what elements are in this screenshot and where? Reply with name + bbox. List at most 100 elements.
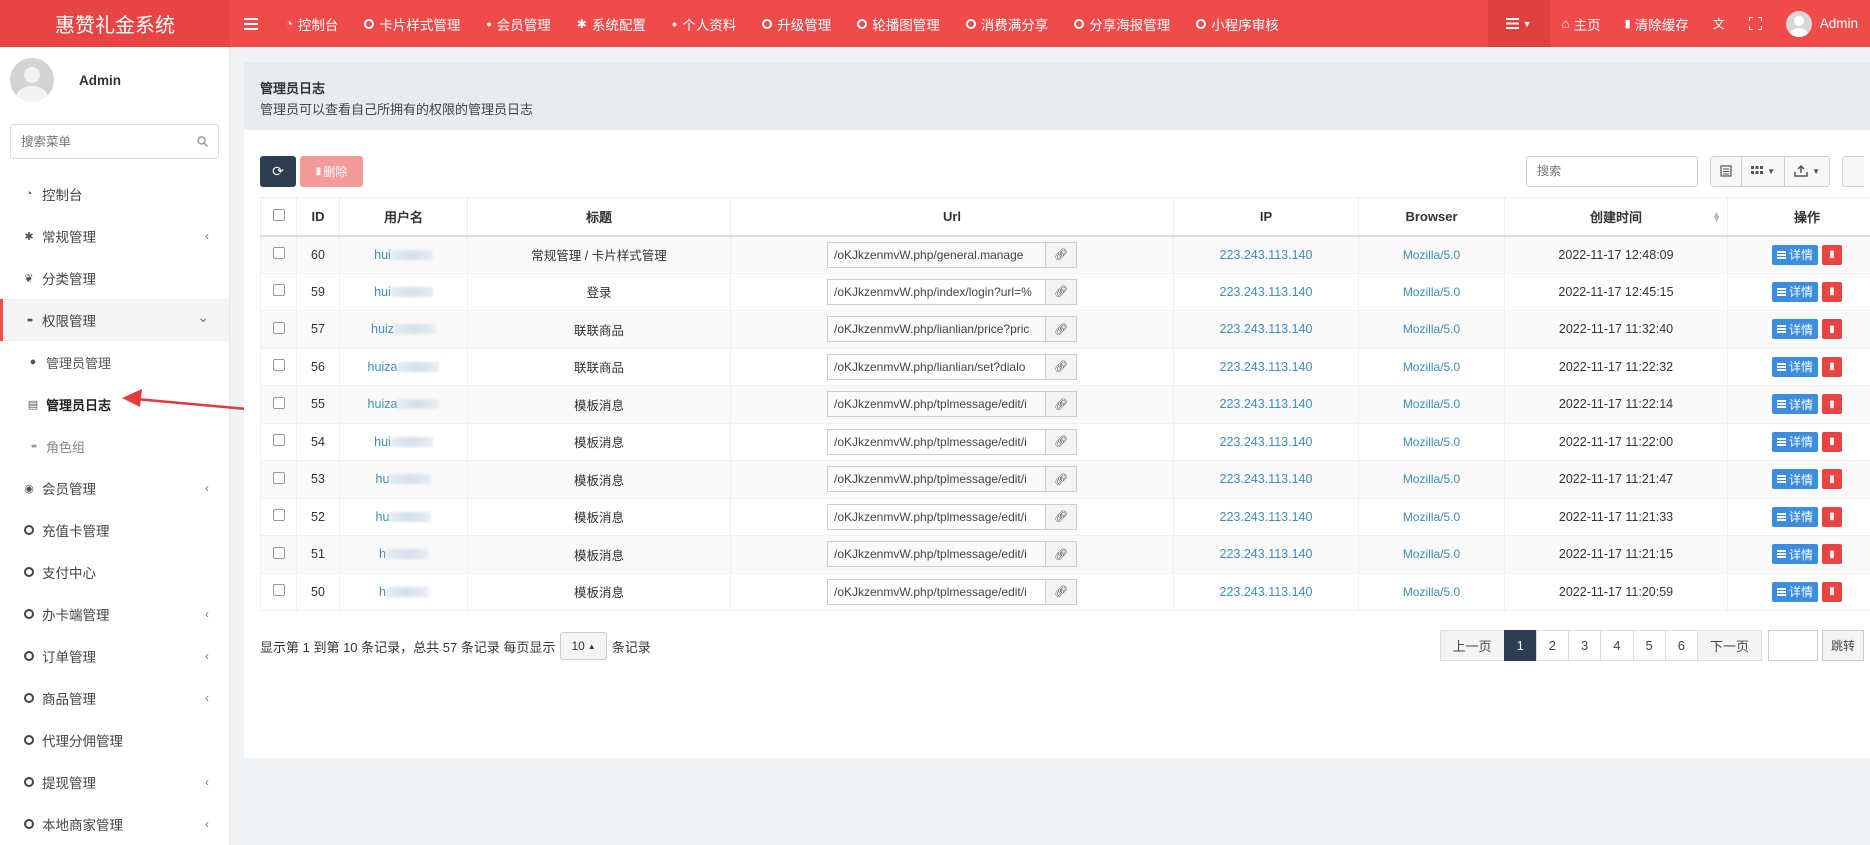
ip-link[interactable]: 223.243.113.140 <box>1220 322 1313 336</box>
sidebar-item-10[interactable]: 办卡端管理 ‹ <box>0 593 229 635</box>
open-url-button[interactable]: 🔗︎ <box>1045 353 1077 380</box>
delete-button[interactable]: ▮ 删除 <box>300 155 363 187</box>
column-header-url[interactable]: Url <box>730 197 1174 237</box>
topnav-item-0[interactable]: ◔ 控制台 <box>272 0 351 47</box>
ip-link[interactable]: 223.243.113.140 <box>1220 248 1313 262</box>
ip-link[interactable]: 223.243.113.140 <box>1220 585 1313 599</box>
detail-button[interactable]: 详情 <box>1771 281 1818 302</box>
topnav-item-2[interactable]: ● 会员管理 <box>473 0 563 47</box>
page-button-2[interactable]: 2 <box>1535 630 1570 661</box>
url-field[interactable]: /oKJkzenmvW.php/tplmessage/edit/i <box>827 466 1045 493</box>
open-url-button[interactable]: 🔗︎ <box>1045 578 1077 605</box>
fullscreen-icon[interactable] <box>1737 0 1774 47</box>
row-checkbox[interactable] <box>272 321 285 334</box>
url-field[interactable]: /oKJkzenmvW.php/lianlian/price?pric <box>827 316 1045 343</box>
clear-cache-link[interactable]: ▮ 清除缓存 <box>1613 0 1701 47</box>
topnav-item-8[interactable]: 分享海报管理 <box>1061 0 1183 47</box>
row-checkbox[interactable] <box>272 284 285 297</box>
sidebar-item-0[interactable]: ◔ 控制台 <box>0 173 229 215</box>
menu-dropdown-button[interactable]: ▼ <box>1487 0 1550 47</box>
sidebar-item-4[interactable]: ● 管理员管理 <box>0 341 229 383</box>
browser-link[interactable]: Mozilla/5.0 <box>1403 360 1460 374</box>
row-checkbox[interactable] <box>272 471 285 484</box>
url-field[interactable]: /oKJkzenmvW.php/tplmessage/edit/i <box>827 391 1045 418</box>
detail-button[interactable]: 详情 <box>1771 431 1818 452</box>
sidebar-item-2[interactable]: ❦ 分类管理 <box>0 257 229 299</box>
search-toggle-button[interactable] <box>1842 155 1864 187</box>
prev-page-button[interactable]: 上一页 <box>1439 630 1505 661</box>
browser-link[interactable]: Mozilla/5.0 <box>1403 397 1460 411</box>
browser-link[interactable]: Mozilla/5.0 <box>1403 585 1460 599</box>
ip-link[interactable]: 223.243.113.140 <box>1220 472 1313 486</box>
column-header-created-time[interactable]: 创建时间 ▲ ▼ <box>1504 197 1728 237</box>
row-checkbox[interactable] <box>272 396 285 409</box>
topnav-item-7[interactable]: 消费满分享 <box>953 0 1062 47</box>
sidebar-toggle-icon[interactable] <box>230 0 272 47</box>
url-field[interactable]: /oKJkzenmvW.php/general.manage <box>827 241 1045 268</box>
url-field[interactable]: /oKJkzenmvW.php/index/login?url=% <box>827 278 1045 305</box>
browser-link[interactable]: Mozilla/5.0 <box>1403 472 1460 486</box>
open-url-button[interactable]: 🔗︎ <box>1045 391 1077 418</box>
url-field[interactable]: /oKJkzenmvW.php/tplmessage/edit/i <box>827 578 1045 605</box>
username-link[interactable]: hui <box>374 248 391 262</box>
detail-button[interactable]: 详情 <box>1771 319 1818 340</box>
sidebar-item-12[interactable]: 商品管理 ‹ <box>0 677 229 719</box>
username-link[interactable]: h <box>379 585 386 599</box>
toggle-view-button[interactable] <box>1711 156 1743 186</box>
sidebar-item-13[interactable]: 代理分佣管理 <box>0 719 229 761</box>
detail-button[interactable]: 详情 <box>1771 244 1818 265</box>
export-button[interactable]: ▼ <box>1785 156 1829 186</box>
language-icon[interactable]: 文 <box>1701 0 1737 47</box>
sidebar-item-6[interactable]: ●● 角色组 <box>0 425 229 467</box>
delete-row-button[interactable]: ▮ <box>1822 581 1842 602</box>
browser-link[interactable]: Mozilla/5.0 <box>1403 322 1460 336</box>
columns-button[interactable]: ▼ <box>1742 156 1786 186</box>
delete-row-button[interactable]: ▮ <box>1822 281 1842 302</box>
sidebar-item-14[interactable]: 提现管理 ‹ <box>0 761 229 803</box>
topnav-item-6[interactable]: 轮播图管理 <box>844 0 953 47</box>
sidebar-item-11[interactable]: 订单管理 ‹ <box>0 635 229 677</box>
column-header-id[interactable]: ID <box>296 197 340 237</box>
username-link[interactable]: hui <box>374 435 391 449</box>
open-url-button[interactable]: 🔗︎ <box>1045 316 1077 343</box>
column-header-title[interactable]: 标题 <box>467 197 731 237</box>
select-all-checkbox[interactable] <box>272 208 285 221</box>
row-checkbox[interactable] <box>272 584 285 597</box>
ip-link[interactable]: 223.243.113.140 <box>1220 435 1313 449</box>
browser-link[interactable]: Mozilla/5.0 <box>1403 547 1460 561</box>
ip-link[interactable]: 223.243.113.140 <box>1220 510 1313 524</box>
page-button-5[interactable]: 5 <box>1632 630 1666 661</box>
browser-link[interactable]: Mozilla/5.0 <box>1403 510 1460 524</box>
page-button-6[interactable]: 6 <box>1664 630 1698 661</box>
browser-link[interactable]: Mozilla/5.0 <box>1403 248 1460 262</box>
row-checkbox[interactable] <box>272 546 285 559</box>
topnav-item-5[interactable]: 升级管理 <box>749 0 844 47</box>
topnav-item-1[interactable]: 卡片样式管理 <box>351 0 473 47</box>
browser-link[interactable]: Mozilla/5.0 <box>1403 435 1460 449</box>
menu-search-field[interactable] <box>10 124 219 159</box>
open-url-button[interactable]: 🔗︎ <box>1045 278 1077 305</box>
sidebar-item-3[interactable]: ●● 权限管理 ⌄ <box>0 299 229 341</box>
browser-link[interactable]: Mozilla/5.0 <box>1403 285 1460 299</box>
detail-button[interactable]: 详情 <box>1771 356 1818 377</box>
delete-row-button[interactable]: ▮ <box>1822 506 1842 527</box>
url-field[interactable]: /oKJkzenmvW.php/tplmessage/edit/i <box>827 428 1045 455</box>
ip-link[interactable]: 223.243.113.140 <box>1220 360 1313 374</box>
sidebar-item-8[interactable]: 充值卡管理 <box>0 509 229 551</box>
page-button-1[interactable]: 1 <box>1503 630 1537 661</box>
username-link[interactable]: huiz <box>371 322 394 336</box>
delete-row-button[interactable]: ▮ <box>1822 431 1842 452</box>
page-button-4[interactable]: 4 <box>1600 630 1634 661</box>
row-checkbox[interactable] <box>272 509 285 522</box>
app-title[interactable]: 惠赞礼金系统 <box>0 0 230 47</box>
detail-button[interactable]: 详情 <box>1771 394 1818 415</box>
detail-button[interactable]: 详情 <box>1771 544 1818 565</box>
home-link[interactable]: ⌂ 主页 <box>1550 0 1613 47</box>
delete-row-button[interactable]: ▮ <box>1822 356 1842 377</box>
topnav-item-3[interactable]: ✱ 系统配置 <box>564 0 659 47</box>
topnav-item-9[interactable]: 小程序审核 <box>1183 0 1292 47</box>
next-page-button[interactable]: 下一页 <box>1696 630 1762 661</box>
column-header-ip[interactable]: IP <box>1173 197 1359 237</box>
url-field[interactable]: /oKJkzenmvW.php/tplmessage/edit/i <box>827 503 1045 530</box>
ip-link[interactable]: 223.243.113.140 <box>1220 547 1313 561</box>
